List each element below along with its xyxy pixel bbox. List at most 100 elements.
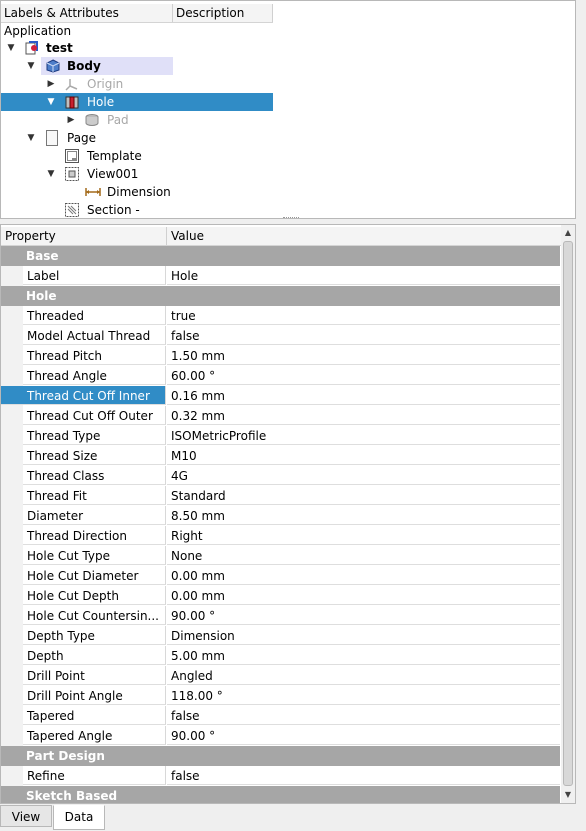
property-name[interactable]: Tapered [23, 706, 166, 725]
property-value[interactable]: Dimension [167, 626, 560, 645]
property-name[interactable]: Tapered Angle [23, 726, 166, 745]
property-row[interactable]: Thread Size M10 [1, 446, 560, 466]
property-row[interactable]: Drill Point Angle 118.00 ° [1, 686, 560, 706]
property-value[interactable]: Hole [167, 266, 560, 285]
property-row[interactable]: Hole Cut Diameter 0.00 mm [1, 566, 560, 586]
property-value[interactable]: 0.00 mm [167, 566, 560, 585]
property-row[interactable]: Thread Type ISOMetricProfile [1, 426, 560, 446]
property-row[interactable]: Thread Cut Off Outer 0.32 mm [1, 406, 560, 426]
property-row[interactable]: Thread Pitch 1.50 mm [1, 346, 560, 366]
property-value[interactable]: 5.00 mm [167, 646, 560, 665]
property-value[interactable]: false [167, 706, 560, 725]
tree-item-view001[interactable]: ▼ View001 [1, 165, 273, 183]
property-name[interactable]: Depth Type [23, 626, 166, 645]
property-row[interactable]: Depth Type Dimension [1, 626, 560, 646]
property-value[interactable]: M10 [167, 446, 560, 465]
property-name[interactable]: Model Actual Thread [23, 326, 166, 345]
property-name[interactable]: Diameter [23, 506, 166, 525]
property-name[interactable]: Thread Class [23, 466, 166, 485]
property-row[interactable]: Thread Class 4G [1, 466, 560, 486]
property-row[interactable]: Label Hole [1, 266, 560, 286]
property-name[interactable]: Hole Cut Countersin... [23, 606, 166, 625]
property-row[interactable]: Thread Cut Off Inner 0.16 mm [1, 386, 560, 406]
property-value[interactable]: Angled [167, 666, 560, 685]
property-row[interactable]: Hole Cut Depth 0.00 mm [1, 586, 560, 606]
tree-item-body[interactable]: ▼ Body [1, 57, 273, 75]
expand-arrow-icon[interactable]: ▼ [6, 39, 16, 57]
property-row[interactable]: Tapered false [1, 706, 560, 726]
expand-arrow-icon[interactable]: ▼ [26, 57, 36, 75]
tab-view[interactable]: View [0, 805, 52, 827]
property-value[interactable]: 60.00 ° [167, 366, 560, 385]
property-name[interactable]: Drill Point [23, 666, 166, 685]
property-value[interactable]: 4G [167, 466, 560, 485]
labels-column-header[interactable]: Labels & Attributes [1, 4, 173, 22]
property-group-row[interactable]: Hole [1, 286, 560, 306]
expand-arrow-icon[interactable]: ▼ [46, 165, 56, 183]
property-name[interactable]: Label [23, 266, 166, 285]
property-name[interactable]: Thread Cut Off Inner [1, 386, 166, 405]
property-row[interactable]: Threaded true [1, 306, 560, 326]
property-row[interactable]: Hole Cut Type None [1, 546, 560, 566]
tree-item-pad[interactable]: ▶ Pad [1, 111, 273, 129]
tree-item-dimension[interactable]: Dimension [1, 183, 273, 201]
property-value[interactable]: 118.00 ° [167, 686, 560, 705]
tree-item-hole[interactable]: ▼ Hole [1, 93, 273, 111]
property-row[interactable]: Model Actual Thread false [1, 326, 560, 346]
property-name[interactable]: Thread Type [23, 426, 166, 445]
property-value[interactable]: 0.00 mm [167, 586, 560, 605]
tree-item-page[interactable]: ▼ Page [1, 129, 273, 147]
property-value[interactable]: 90.00 ° [167, 726, 560, 745]
property-group-row[interactable]: Sketch Based [1, 786, 560, 803]
property-row[interactable]: Hole Cut Countersin... 90.00 ° [1, 606, 560, 626]
vertical-scrollbar[interactable]: ▲ ▼ [561, 225, 575, 803]
property-row[interactable]: Depth 5.00 mm [1, 646, 560, 666]
tab-data[interactable]: Data [53, 805, 105, 830]
property-row[interactable]: Refine false [1, 766, 560, 786]
property-name[interactable]: Thread Size [23, 446, 166, 465]
expand-arrow-icon[interactable]: ▶ [46, 75, 56, 93]
tree-item-test[interactable]: ▼ test [1, 39, 273, 57]
scroll-up-icon[interactable]: ▲ [562, 227, 574, 239]
property-row[interactable]: Thread Fit Standard [1, 486, 560, 506]
property-name[interactable]: Hole Cut Diameter [23, 566, 166, 585]
property-value[interactable]: true [167, 306, 560, 325]
property-name[interactable]: Threaded [23, 306, 166, 325]
scrollbar-thumb[interactable] [563, 241, 573, 786]
property-value[interactable]: Standard [167, 486, 560, 505]
property-column-header[interactable]: Property [1, 227, 167, 245]
expand-arrow-icon[interactable]: ▶ [66, 111, 76, 129]
description-column-header[interactable]: Description [173, 4, 273, 22]
property-name[interactable]: Thread Direction [23, 526, 166, 545]
property-name[interactable]: Hole Cut Depth [23, 586, 166, 605]
expand-arrow-icon[interactable]: ▼ [26, 129, 36, 147]
property-value[interactable]: 0.16 mm [167, 386, 560, 405]
property-row[interactable]: Diameter 8.50 mm [1, 506, 560, 526]
property-row[interactable]: Thread Angle 60.00 ° [1, 366, 560, 386]
property-value[interactable]: false [167, 326, 560, 345]
property-value[interactable]: ISOMetricProfile [167, 426, 560, 445]
property-row[interactable]: Thread Direction Right [1, 526, 560, 546]
splitter-handle[interactable] [283, 217, 299, 218]
tree-item-section[interactable]: Section - [1, 201, 273, 218]
value-column-header[interactable]: Value [167, 227, 561, 245]
property-name[interactable]: Drill Point Angle [23, 686, 166, 705]
scroll-down-icon[interactable]: ▼ [562, 789, 574, 801]
property-group-row[interactable]: Part Design [1, 746, 560, 766]
property-name[interactable]: Thread Fit [23, 486, 166, 505]
tree-root-application[interactable]: Application [1, 22, 273, 40]
property-group-row[interactable]: Base [1, 246, 560, 266]
property-value[interactable]: 1.50 mm [167, 346, 560, 365]
tree-item-template[interactable]: Template [1, 147, 273, 165]
property-name[interactable]: Refine [23, 766, 166, 785]
property-value[interactable]: Right [167, 526, 560, 545]
property-name[interactable]: Depth [23, 646, 166, 665]
property-value[interactable]: None [167, 546, 560, 565]
property-name[interactable]: Thread Pitch [23, 346, 166, 365]
property-value[interactable]: false [167, 766, 560, 785]
property-name[interactable]: Hole Cut Type [23, 546, 166, 565]
property-row[interactable]: Drill Point Angled [1, 666, 560, 686]
property-row[interactable]: Tapered Angle 90.00 ° [1, 726, 560, 746]
property-value[interactable]: 0.32 mm [167, 406, 560, 425]
property-name[interactable]: Thread Angle [23, 366, 166, 385]
